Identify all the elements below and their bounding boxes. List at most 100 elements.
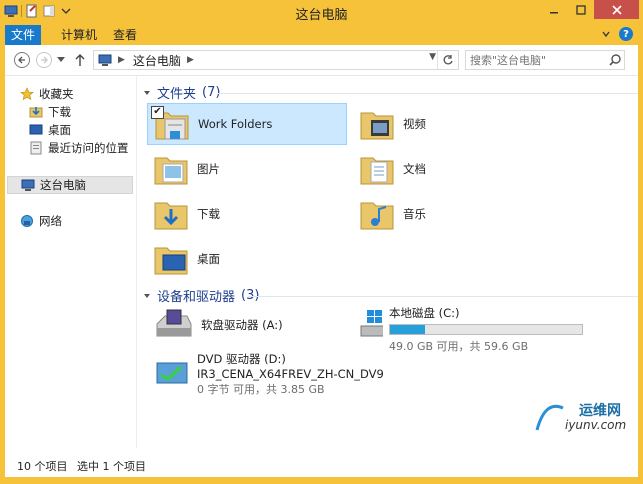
- sidebar-item-this-pc[interactable]: 这台电脑: [7, 176, 133, 194]
- pictures-folder-icon: [154, 157, 188, 185]
- close-button[interactable]: [594, 0, 639, 19]
- sidebar-item-favorites[interactable]: 收藏夹: [20, 85, 74, 103]
- drive-info: 本地磁盘 (C:) 49.0 GB 可用，共 59.6 GB: [389, 305, 583, 354]
- downloads-folder-icon: [154, 202, 188, 230]
- navigation-bar: ▶ 这台电脑 ▶ ▼: [5, 45, 638, 76]
- refresh-button[interactable]: [437, 51, 458, 69]
- address-bar[interactable]: ▶ 这台电脑 ▶ ▼: [93, 50, 459, 70]
- folder-tile-pictures[interactable]: 图片: [147, 148, 347, 190]
- status-item-count: 10 个项目: [17, 460, 68, 473]
- drive-usage-bar: [389, 324, 583, 335]
- local-disk-icon: [360, 310, 383, 337]
- folder-label: Work Folders: [198, 117, 273, 131]
- drive-space-text: 0 字节 可用，共 3.85 GB: [197, 383, 325, 396]
- sidebar-label: 桌面: [48, 123, 71, 137]
- sidebar-item-network[interactable]: 网络: [20, 212, 62, 230]
- folder-label: 视频: [403, 117, 426, 131]
- drive-tile-dvd[interactable]: DVD 驱动器 (D:) IR3_CENA_X64FREV_ZH-CN_DV9 …: [147, 351, 407, 399]
- breadcrumb-this-pc[interactable]: 这台电脑: [133, 52, 181, 69]
- sidebar-label: 网络: [39, 214, 62, 228]
- sidebar-label: 下载: [48, 105, 71, 119]
- documents-folder-icon: [360, 157, 394, 185]
- computer-icon: [21, 179, 35, 191]
- status-selected-count: 选中 1 个项目: [77, 460, 146, 473]
- recent-places-icon: [30, 141, 42, 155]
- ribbon-controls: ?: [601, 27, 633, 41]
- minimize-icon: [549, 11, 558, 13]
- desktop-folder-icon: [154, 247, 188, 275]
- minimize-button[interactable]: [540, 0, 567, 19]
- sidebar-label: 这台电脑: [40, 178, 86, 192]
- drive-info: DVD 驱动器 (D:) IR3_CENA_X64FREV_ZH-CN_DV9 …: [197, 351, 384, 397]
- chevron-down-icon: [144, 293, 150, 298]
- back-button[interactable]: [14, 52, 30, 68]
- window-controls: [540, 0, 639, 19]
- maximize-button[interactable]: [567, 0, 594, 19]
- address-history-chevron-icon[interactable]: ▼: [429, 52, 436, 62]
- search-input[interactable]: [465, 50, 625, 70]
- group-header-folders[interactable]: 文件夹 (7): [143, 83, 220, 102]
- breadcrumb-separator-icon[interactable]: ▶: [118, 55, 125, 65]
- group-title: 文件夹: [157, 87, 197, 102]
- sidebar-label: 收藏夹: [39, 87, 74, 101]
- group-divider: [248, 296, 638, 297]
- folder-label: 图片: [197, 162, 220, 176]
- tab-view[interactable]: 查看: [103, 25, 147, 45]
- music-folder-icon: [360, 202, 394, 230]
- drive-usage-fill: [390, 325, 425, 334]
- watermark-text: 运维网: [579, 403, 621, 419]
- folder-label: 桌面: [197, 252, 220, 266]
- pane-divider[interactable]: [136, 76, 137, 448]
- computer-icon: [98, 54, 112, 66]
- drive-space-text: 49.0 GB 可用，共 59.6 GB: [389, 340, 529, 353]
- navigation-pane: 收藏夹 下载 桌面 最近访问的位置 这台电脑 网络: [5, 76, 135, 448]
- drive-volume-label: IR3_CENA_X64FREV_ZH-CN_DV9: [197, 367, 384, 381]
- tab-file[interactable]: 文件: [5, 25, 41, 45]
- breadcrumb-separator-icon[interactable]: ▶: [187, 55, 194, 65]
- folder-tile-music[interactable]: 音乐: [353, 193, 553, 235]
- folder-tile-desktop[interactable]: 桌面: [147, 238, 347, 280]
- sidebar-item-downloads[interactable]: 下载: [29, 103, 71, 121]
- folder-tile-downloads[interactable]: 下载: [147, 193, 347, 235]
- folder-label: 音乐: [403, 207, 426, 221]
- ribbon-tabs: 文件 计算机 查看 ?: [0, 25, 643, 45]
- status-bar: 10 个项目 选中 1 个项目: [5, 448, 638, 477]
- sidebar-label: 最近访问的位置: [48, 141, 129, 155]
- recent-locations-icon[interactable]: [57, 57, 65, 63]
- up-arrow-icon[interactable]: [74, 53, 86, 67]
- search-icon[interactable]: [609, 54, 621, 66]
- star-icon: [20, 87, 34, 101]
- downloads-folder-icon: [29, 107, 43, 118]
- group-divider: [218, 93, 638, 94]
- drive-label: 本地磁盘 (C:): [389, 306, 460, 320]
- desktop-icon: [29, 124, 43, 135]
- arrow-right-icon: [41, 56, 48, 64]
- content-area: 文件夹 (7) ✔ Work Folders 视频 图片 文档 下载 音乐 桌面…: [138, 76, 638, 448]
- expand-ribbon-icon[interactable]: [601, 29, 611, 39]
- folder-tile-documents[interactable]: 文档: [353, 148, 553, 190]
- folder-tile-videos[interactable]: 视频: [353, 103, 553, 145]
- floppy-drive-icon: [156, 309, 192, 337]
- maximize-icon: [575, 4, 586, 15]
- dvd-drive-icon: [156, 362, 188, 384]
- folder-label: 文档: [403, 162, 426, 176]
- drive-tile-local-disk[interactable]: 本地磁盘 (C:) 49.0 GB 可用，共 59.6 GB: [353, 304, 583, 353]
- group-header-devices[interactable]: 设备和驱动器 (3): [143, 286, 259, 305]
- arrow-left-icon: [18, 56, 25, 64]
- close-icon: [611, 4, 622, 15]
- forward-button[interactable]: [36, 52, 52, 68]
- watermark-logo: 运维网 iyunv.com: [533, 398, 641, 434]
- tab-computer[interactable]: 计算机: [51, 25, 107, 45]
- sidebar-item-recent[interactable]: 最近访问的位置: [29, 139, 129, 157]
- folder-tile-work-folders[interactable]: ✔ Work Folders: [147, 103, 347, 145]
- drive-label: DVD 驱动器 (D:): [197, 352, 286, 366]
- drive-tile-floppy[interactable]: 软盘驱动器 (A:): [147, 304, 347, 346]
- explorer-window: 这台电脑 文件 计算机 查看 ? ▶ 这台电脑 ▶ ▼ 搜索"这台电脑" 收藏夹…: [0, 0, 643, 484]
- group-title: 设备和驱动器: [157, 290, 236, 305]
- videos-folder-icon: [360, 112, 394, 140]
- watermark-sub: iyunv.com: [565, 418, 627, 432]
- help-icon[interactable]: ?: [619, 27, 633, 41]
- refresh-icon: [443, 55, 453, 65]
- sidebar-item-desktop[interactable]: 桌面: [29, 121, 71, 139]
- selection-checkbox[interactable]: ✔: [151, 106, 164, 119]
